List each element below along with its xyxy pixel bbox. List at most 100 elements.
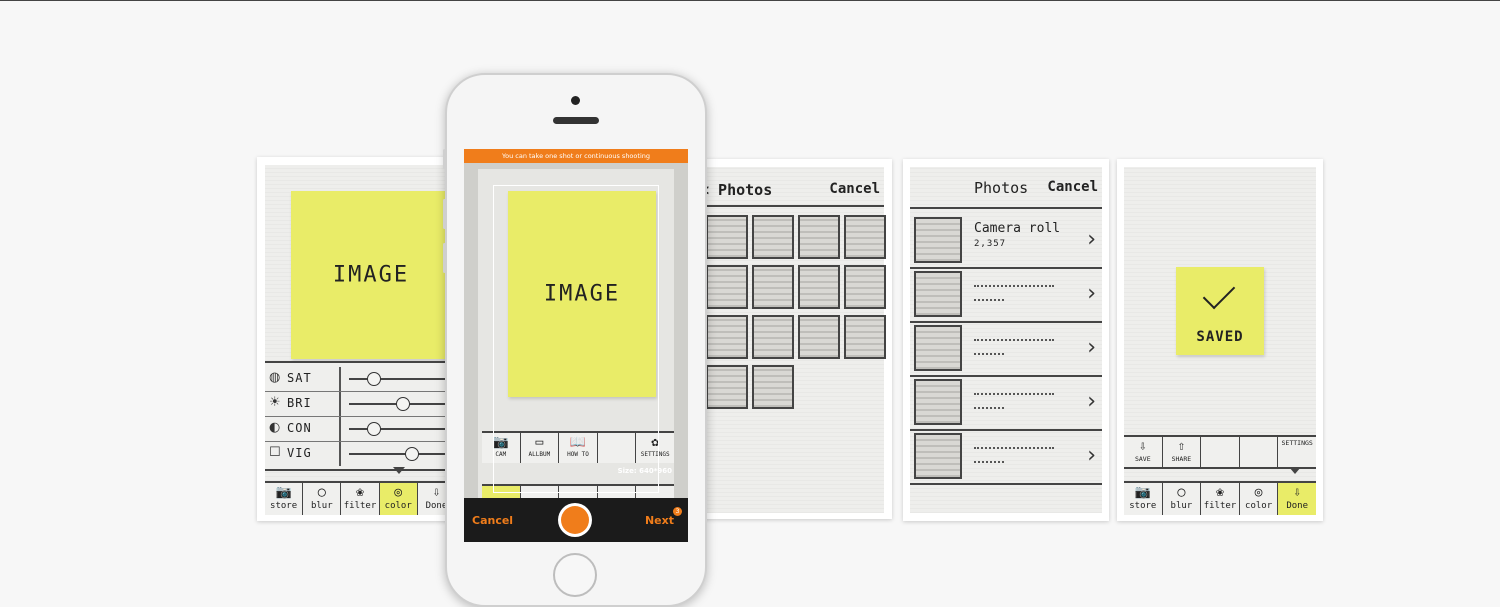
image-placeholder: IMAGE bbox=[291, 191, 451, 359]
album-thumbnail bbox=[914, 325, 962, 371]
toolbar-tab-blank[interactable] bbox=[1240, 437, 1279, 467]
photo-thumbnail[interactable] bbox=[844, 215, 886, 259]
vignette-icon: ☐ bbox=[269, 445, 281, 460]
slider-knob[interactable] bbox=[367, 372, 381, 386]
toolbar-tab-save[interactable]: ⇩ SAVE bbox=[1124, 437, 1163, 467]
nav-divider bbox=[698, 205, 884, 207]
toolbar-tab-settings[interactable]: SETTINGS bbox=[1278, 437, 1316, 467]
toolbar-tab-share[interactable]: ⇧ SHARE bbox=[1163, 437, 1202, 467]
brightness-icon: ☀ bbox=[269, 395, 281, 410]
toolbar-label: color bbox=[384, 501, 412, 511]
slider-label: CON bbox=[287, 421, 312, 435]
photo-thumbnail[interactable] bbox=[706, 265, 748, 309]
slider-divider bbox=[339, 442, 341, 466]
earpiece-speaker bbox=[553, 117, 599, 124]
sketch-card-adjust: IMAGE ◍ SAT ☀ BRI ◐ CON ☐ VIG 📷 store ◯ blur ❀ filte… bbox=[257, 157, 457, 521]
filter-icon: ❀ bbox=[1216, 485, 1224, 500]
filter-icon: ❀ bbox=[356, 485, 364, 500]
slider-knob[interactable] bbox=[395, 397, 410, 411]
photo-thumbnail[interactable] bbox=[798, 215, 840, 259]
album-title-scribble bbox=[974, 447, 1054, 449]
image-label: IMAGE bbox=[332, 262, 410, 288]
slider-label: SAT bbox=[287, 371, 312, 385]
slider-divider bbox=[339, 392, 341, 416]
toolbar-tab-store[interactable]: 📷 store bbox=[1124, 483, 1163, 515]
photo-thumbnail[interactable] bbox=[752, 365, 794, 409]
album-title-scribble bbox=[974, 393, 1054, 395]
photo-thumbnail[interactable] bbox=[798, 265, 840, 309]
toolbar-tab-filter[interactable]: ❀ filter bbox=[1201, 483, 1240, 515]
toolbar-label: filter bbox=[1203, 501, 1237, 511]
toolbar-label: color bbox=[1245, 501, 1273, 511]
slider-panel: ◍ SAT ☀ BRI ◐ CON ☐ VIG bbox=[265, 361, 455, 471]
sketch-paper: IMAGE ◍ SAT ☀ BRI ◐ CON ☐ VIG 📷 store ◯ blur ❀ filte… bbox=[265, 165, 455, 515]
shutter-button[interactable] bbox=[558, 503, 592, 537]
slider-track[interactable] bbox=[349, 378, 453, 380]
toolbar-tab-color[interactable]: ◎ color bbox=[1240, 483, 1279, 515]
saved-label: SAVED bbox=[1196, 329, 1244, 345]
photo-thumbnail[interactable] bbox=[844, 265, 886, 309]
chevron-right-icon: › bbox=[1087, 443, 1096, 468]
slider-divider bbox=[339, 417, 341, 441]
album-count-scribble bbox=[974, 299, 1004, 301]
next-button[interactable]: Next bbox=[645, 514, 674, 527]
photo-thumbnail[interactable] bbox=[706, 315, 748, 359]
slider-divider bbox=[339, 367, 341, 391]
toolbar-tab-done[interactable]: ⇩ Done bbox=[1278, 483, 1316, 515]
bottom-toolbar: 📷 store ◯ blur ❀ filter ◎ color ⇩ Done bbox=[265, 481, 455, 515]
toolbar-label: SETTINGS bbox=[1281, 439, 1313, 447]
sketch-paper: < Photos Cancel bbox=[698, 167, 886, 513]
photo-thumbnail[interactable] bbox=[752, 265, 794, 309]
sketch-paper: SAVED ⇩ SAVE ⇧ SHARE SETTINGS 📷 store ◯ blur ❀ fi… bbox=[1124, 167, 1316, 515]
toolbar-label: filter bbox=[343, 501, 377, 511]
album-thumbnail bbox=[914, 433, 962, 479]
album-thumbnail bbox=[914, 271, 962, 317]
cancel-link[interactable]: Cancel bbox=[829, 181, 880, 197]
home-button[interactable] bbox=[553, 553, 597, 597]
slider-label: BRI bbox=[287, 396, 312, 410]
chevron-right-icon: › bbox=[1087, 281, 1096, 306]
slider-track[interactable] bbox=[349, 428, 453, 430]
album-row[interactable]: › bbox=[910, 269, 1102, 323]
toolbar-tab-color[interactable]: ◎ color bbox=[379, 483, 418, 515]
chevron-right-icon: › bbox=[1087, 389, 1096, 414]
photo-thumbnail[interactable] bbox=[706, 215, 748, 259]
slider-knob[interactable] bbox=[367, 422, 381, 436]
toolbar-tab-store[interactable]: 📷 store bbox=[265, 483, 304, 515]
sketch-card-albums: Photos Cancel Camera roll 2,357 › › › › › bbox=[903, 159, 1109, 521]
row-divider bbox=[910, 483, 1102, 485]
album-count: 2,357 bbox=[974, 239, 1007, 249]
photo-thumbnail[interactable] bbox=[752, 215, 794, 259]
slider-track[interactable] bbox=[349, 453, 453, 455]
album-row[interactable]: › bbox=[910, 431, 1102, 485]
camera-controls: Cancel Next 3 bbox=[464, 498, 688, 542]
toolbar-tab-blur[interactable]: ◯ blur bbox=[303, 483, 342, 515]
back-photos-link[interactable]: < Photos bbox=[700, 181, 772, 199]
toolbar-tab-blur[interactable]: ◯ blur bbox=[1163, 483, 1202, 515]
toolbar-tab-filter[interactable]: ❀ filter bbox=[341, 483, 380, 515]
album-row[interactable]: › bbox=[910, 377, 1102, 431]
cancel-link[interactable]: Cancel bbox=[1047, 179, 1098, 195]
toolbar-label: store bbox=[1129, 501, 1157, 511]
photo-thumbnail[interactable] bbox=[844, 315, 886, 359]
panel-pointer bbox=[1289, 467, 1301, 474]
slider-knob[interactable] bbox=[405, 447, 420, 461]
sketch-card-saved: SAVED ⇩ SAVE ⇧ SHARE SETTINGS 📷 store ◯ blur ❀ fi… bbox=[1117, 159, 1323, 521]
toolbar-tab-blank[interactable] bbox=[1201, 437, 1240, 467]
bottom-toolbar: 📷 store ◯ blur ❀ filter ◎ color ⇩ Done bbox=[1124, 481, 1316, 515]
slider-row-con: ◐ CON bbox=[265, 417, 455, 442]
save-icon: ⇩ bbox=[1138, 439, 1147, 454]
album-row[interactable]: Camera roll 2,357 › bbox=[910, 215, 1102, 269]
sketch-card-grid: < Photos Cancel bbox=[690, 159, 892, 519]
album-count-scribble bbox=[974, 353, 1004, 355]
album-thumbnail bbox=[914, 379, 962, 425]
front-camera bbox=[571, 96, 580, 105]
crop-frame bbox=[493, 185, 659, 493]
cancel-button[interactable]: Cancel bbox=[472, 514, 513, 527]
album-thumbnail bbox=[914, 217, 962, 263]
photo-thumbnail[interactable] bbox=[798, 315, 840, 359]
album-row[interactable]: › bbox=[910, 323, 1102, 377]
photo-thumbnail[interactable] bbox=[752, 315, 794, 359]
photo-thumbnail[interactable] bbox=[706, 365, 748, 409]
share-icon: ⇧ bbox=[1177, 439, 1186, 454]
